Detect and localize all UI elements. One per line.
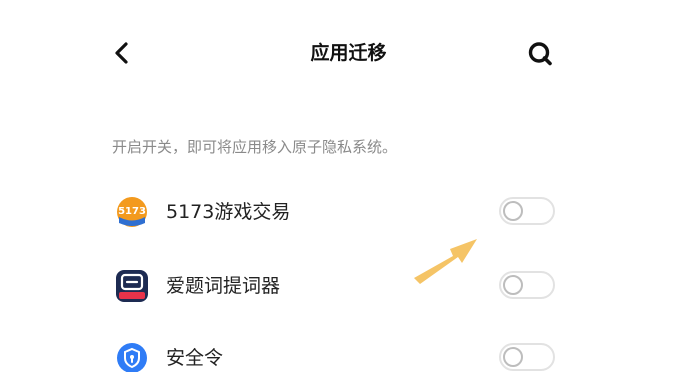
search-button[interactable] <box>524 38 556 70</box>
page-title: 应用迁移 <box>310 42 387 64</box>
toggle-knob <box>503 275 523 295</box>
app-name: 爱题词提词器 <box>166 275 281 297</box>
pointer-arrow-icon <box>414 239 477 284</box>
list-item: 5173 5173游戏交易 <box>112 190 562 234</box>
migration-toggle[interactable] <box>499 197 555 225</box>
toggle-knob <box>503 347 523 367</box>
svg-text:5173: 5173 <box>118 206 146 217</box>
app-name: 安全令 <box>166 347 224 369</box>
migration-toggle[interactable] <box>499 271 555 299</box>
app-security-token-icon <box>116 342 148 372</box>
app-teleprompter-icon <box>116 270 148 302</box>
app-5173-icon: 5173 <box>116 196 148 228</box>
app-name: 5173游戏交易 <box>166 201 291 223</box>
migration-toggle[interactable] <box>499 343 555 371</box>
migration-hint: 开启开关，即可将应用移入原子隐私系统。 <box>112 138 398 156</box>
list-item: 爱题词提词器 <box>112 264 562 308</box>
app-migration-screen: 应用迁移 开启开关，即可将应用移入原子隐私系统。 5173 5173游戏交易 爱… <box>0 0 697 372</box>
search-icon <box>528 42 552 66</box>
list-item: 安全令 <box>112 336 562 372</box>
top-bar: 应用迁移 <box>0 0 697 110</box>
toggle-knob <box>503 201 523 221</box>
